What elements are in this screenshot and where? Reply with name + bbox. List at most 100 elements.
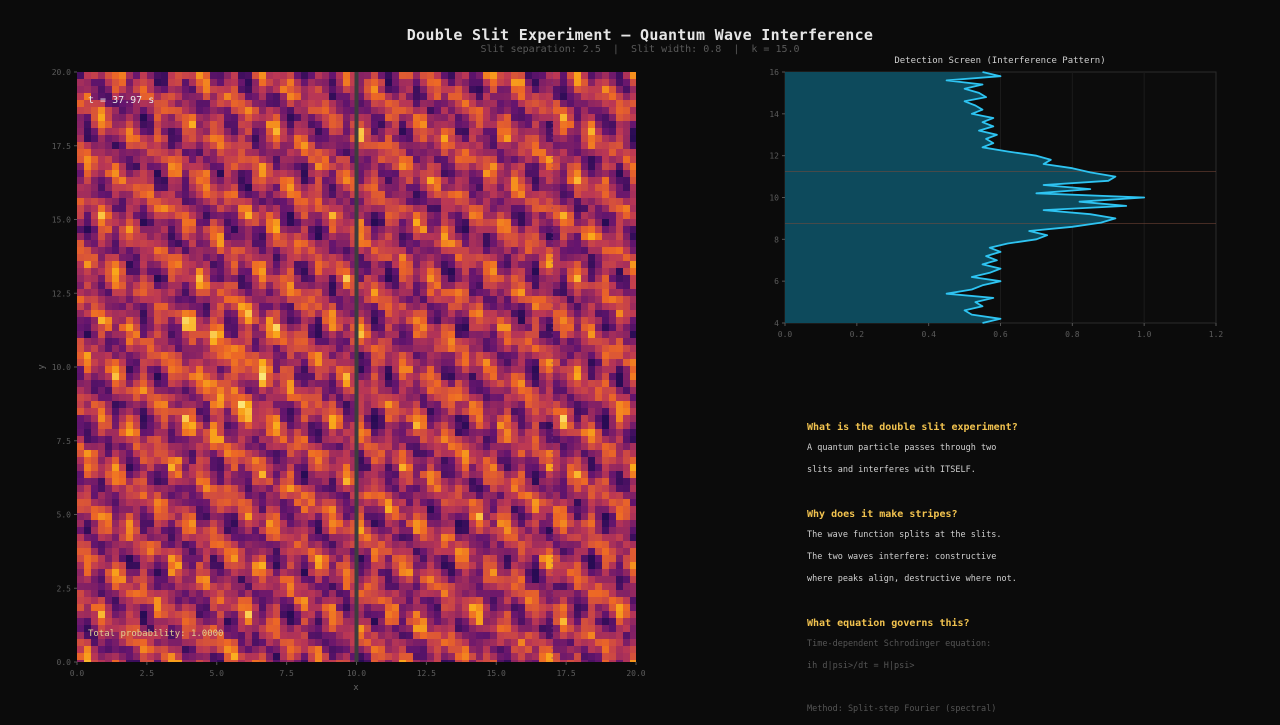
heatmap-cell bbox=[399, 513, 407, 521]
heatmap-cell bbox=[371, 604, 379, 612]
heatmap-cell bbox=[315, 198, 323, 206]
heatmap-cell bbox=[315, 184, 323, 192]
heatmap-cell bbox=[91, 618, 99, 626]
heatmap-cell bbox=[238, 338, 246, 346]
heatmap-cell bbox=[238, 492, 246, 500]
heatmap-cell bbox=[252, 226, 260, 234]
heatmap-cell bbox=[175, 156, 183, 164]
heatmap-cell bbox=[336, 408, 344, 416]
heatmap-cell bbox=[301, 394, 309, 402]
heatmap-cell bbox=[287, 611, 295, 619]
heatmap-cell bbox=[476, 163, 484, 171]
heatmap-cell bbox=[315, 317, 323, 325]
heatmap-cell bbox=[462, 289, 470, 297]
heatmap-cell bbox=[273, 268, 281, 276]
heatmap-cell bbox=[238, 618, 246, 626]
heatmap-cell bbox=[364, 156, 372, 164]
heatmap-cell bbox=[259, 205, 267, 213]
heatmap-cell bbox=[329, 380, 337, 388]
heatmap-cell bbox=[280, 569, 288, 577]
heatmap-cell bbox=[105, 590, 113, 598]
heatmap-cell bbox=[98, 317, 106, 325]
heatmap-cell bbox=[315, 177, 323, 185]
heatmap-cell bbox=[140, 282, 148, 290]
heatmap-cell bbox=[413, 205, 421, 213]
heatmap-cell bbox=[308, 590, 316, 598]
heatmap-cell bbox=[315, 366, 323, 374]
heatmap-cell bbox=[126, 345, 134, 353]
heatmap-cell bbox=[98, 310, 106, 318]
heatmap-cell bbox=[427, 324, 435, 332]
heatmap-cell bbox=[224, 464, 232, 472]
heatmap-cell bbox=[252, 604, 260, 612]
heatmap-cell bbox=[252, 72, 260, 80]
heatmap-cell bbox=[98, 156, 106, 164]
heatmap-cell bbox=[98, 618, 106, 626]
heatmap-cell bbox=[252, 198, 260, 206]
heatmap-cell bbox=[308, 443, 316, 451]
heatmap-cell bbox=[420, 324, 428, 332]
heatmap-cell bbox=[476, 429, 484, 437]
heatmap-cell bbox=[469, 205, 477, 213]
heatmap-cell bbox=[119, 562, 127, 570]
heatmap-cell bbox=[371, 660, 379, 662]
heatmap-cell bbox=[231, 555, 239, 563]
heatmap-cell bbox=[441, 394, 449, 402]
heatmap-cell bbox=[462, 639, 470, 647]
heatmap-cell bbox=[203, 408, 211, 416]
heatmap-cell bbox=[84, 261, 92, 269]
heatmap-cell bbox=[301, 597, 309, 605]
heatmap-cell bbox=[217, 646, 225, 654]
heatmap-cell bbox=[140, 583, 148, 591]
heatmap-cell bbox=[238, 562, 246, 570]
heatmap-cell bbox=[364, 401, 372, 409]
heatmap-cell bbox=[252, 387, 260, 395]
heatmap-cell bbox=[147, 527, 155, 535]
heatmap-cell bbox=[217, 639, 225, 647]
heatmap-cell bbox=[147, 247, 155, 255]
heatmap-cell bbox=[434, 156, 442, 164]
heatmap-cell bbox=[161, 324, 169, 332]
heatmap-cell bbox=[189, 513, 197, 521]
heatmap-cell bbox=[238, 275, 246, 283]
heatmap-cell bbox=[84, 436, 92, 444]
heatmap-cell bbox=[161, 282, 169, 290]
heatmap-cell bbox=[364, 408, 372, 416]
heatmap-cell bbox=[462, 79, 470, 87]
heatmap-cell bbox=[196, 170, 204, 178]
heatmap-cell bbox=[280, 373, 288, 381]
heatmap-cell bbox=[91, 562, 99, 570]
heatmap-cell bbox=[196, 317, 204, 325]
heatmap-cell bbox=[301, 114, 309, 122]
heatmap-cell bbox=[336, 261, 344, 269]
heatmap-cell bbox=[476, 324, 484, 332]
heatmap-cell bbox=[434, 184, 442, 192]
heatmap-cell bbox=[476, 72, 484, 80]
heatmap-cell bbox=[224, 79, 232, 87]
heatmap-cell bbox=[322, 373, 330, 381]
heatmap-cell bbox=[266, 387, 274, 395]
heatmap-cell bbox=[182, 317, 190, 325]
heatmap-cell bbox=[392, 247, 400, 255]
heatmap-cell bbox=[196, 408, 204, 416]
heatmap-cell bbox=[315, 135, 323, 143]
heatmap-cell bbox=[385, 527, 393, 535]
heatmap-cell bbox=[329, 478, 337, 486]
heatmap-cell bbox=[336, 156, 344, 164]
heatmap-cell bbox=[112, 359, 120, 367]
heatmap-cell bbox=[175, 541, 183, 549]
heatmap-cell bbox=[364, 583, 372, 591]
heatmap-cell bbox=[210, 443, 218, 451]
heatmap-cell bbox=[77, 254, 85, 262]
heatmap-cell bbox=[322, 394, 330, 402]
heatmap-cell bbox=[343, 135, 351, 143]
heatmap-cell bbox=[420, 268, 428, 276]
heatmap-cell bbox=[217, 226, 225, 234]
heatmap-cell bbox=[420, 527, 428, 535]
heatmap-cell bbox=[224, 639, 232, 647]
heatmap-cell bbox=[336, 569, 344, 577]
heatmap-cell bbox=[210, 618, 218, 626]
heatmap-cell bbox=[168, 345, 176, 353]
heatmap-cell bbox=[161, 79, 169, 87]
heatmap-cell bbox=[252, 506, 260, 514]
